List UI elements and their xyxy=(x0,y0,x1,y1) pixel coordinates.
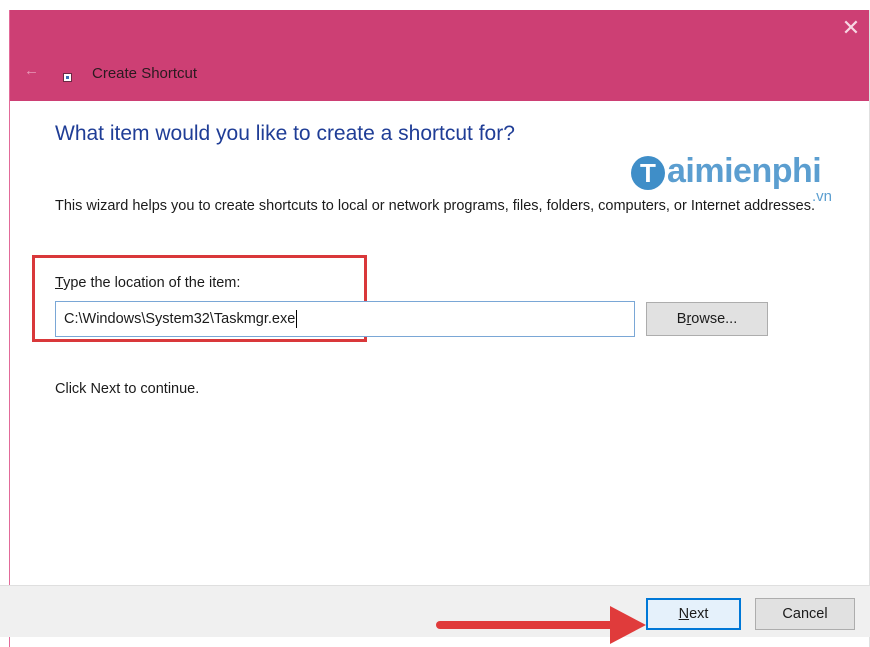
shortcut-app-icon xyxy=(63,73,72,82)
next-label-text: ext xyxy=(689,606,709,622)
watermark-text: aimienphi xyxy=(667,152,822,190)
watermark-suffix: .vn xyxy=(812,188,833,205)
location-label-text: ype the location of the item: xyxy=(63,275,241,291)
annotation-arrow-icon xyxy=(436,606,646,644)
browse-button[interactable]: Browse... xyxy=(646,302,768,336)
watermark-logo-icon: T xyxy=(631,156,665,190)
location-label-mnemonic: T xyxy=(55,275,64,291)
location-label: Type the location of the item: xyxy=(55,275,240,291)
annotation-arrow-head xyxy=(610,606,646,644)
browse-label-prefix: B xyxy=(676,311,687,327)
next-button[interactable]: Next xyxy=(646,598,741,630)
window-title: Create Shortcut xyxy=(92,65,198,82)
title-bar: ← Create Shortcut ✕ xyxy=(10,10,869,101)
wizard-description: This wizard helps you to create shortcut… xyxy=(55,198,815,214)
cancel-button[interactable]: Cancel xyxy=(755,598,855,630)
location-input[interactable]: C:\Windows\System32\Taskmgr.exe xyxy=(55,301,635,337)
wizard-heading: What item would you like to create a sho… xyxy=(55,122,515,145)
back-arrow-icon[interactable]: ← xyxy=(24,63,40,78)
close-icon[interactable]: ✕ xyxy=(839,16,863,40)
browse-label-suffix: owse... xyxy=(691,311,738,327)
location-input-value: C:\Windows\System32\Taskmgr.exe xyxy=(64,311,296,327)
continue-instruction: Click Next to continue. xyxy=(55,381,200,397)
next-label-mnemonic: N xyxy=(678,606,690,622)
text-caret xyxy=(296,310,298,329)
